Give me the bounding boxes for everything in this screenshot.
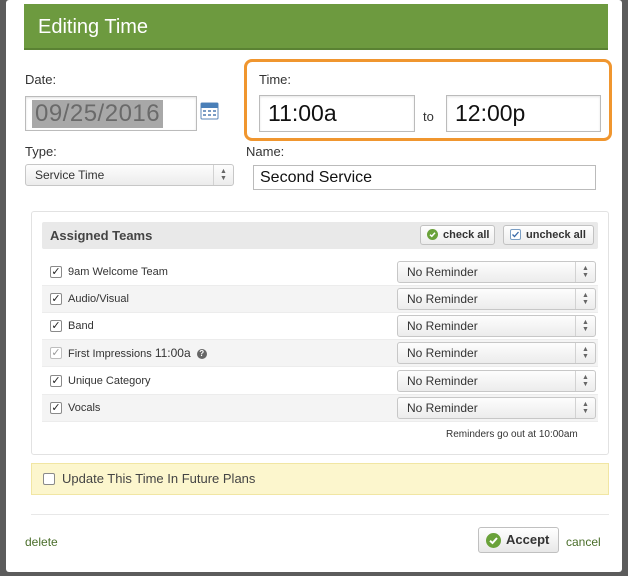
reminder-note: Reminders go out at 10:00am <box>446 429 578 440</box>
team-row: ✓ First Impressions 11:00a ? No Reminder… <box>42 340 598 367</box>
reminder-select[interactable]: No Reminder ▲ ▼ <box>397 315 596 337</box>
type-label: Type: <box>25 144 57 159</box>
team-name: Band <box>68 320 94 332</box>
check-circle-icon <box>427 229 438 240</box>
reminder-value: No Reminder <box>407 265 478 279</box>
select-arrows-icon: ▲ ▼ <box>575 343 595 363</box>
assigned-teams-title: Assigned Teams <box>50 228 153 243</box>
name-label: Name: <box>246 144 285 159</box>
select-arrows-icon: ▲ ▼ <box>575 398 595 418</box>
team-name: Vocals <box>68 402 101 414</box>
date-label: Date: <box>25 72 57 87</box>
reminder-select[interactable]: No Reminder ▲ ▼ <box>397 288 596 310</box>
reminder-value: No Reminder <box>407 292 478 306</box>
team-row: ✓ Band No Reminder ▲ ▼ <box>42 313 598 340</box>
select-arrows-icon: ▲ ▼ <box>575 262 595 282</box>
team-name-text: First Impressions <box>68 348 152 360</box>
cancel-link[interactable]: cancel <box>566 535 601 549</box>
future-plans-checkbox[interactable] <box>43 473 55 485</box>
check-all-button[interactable]: check all <box>420 225 495 245</box>
name-input[interactable]: Second Service <box>253 165 596 190</box>
accept-label: Accept <box>506 532 550 547</box>
end-time-input[interactable]: 12:00p <box>446 95 601 132</box>
select-arrows-icon: ▲ ▼ <box>575 289 595 309</box>
team-checkbox[interactable]: ✓ <box>50 293 62 305</box>
help-icon[interactable]: ? <box>196 349 207 359</box>
check-circle-icon <box>486 533 501 548</box>
date-field[interactable]: 09/25/2016 <box>25 96 197 131</box>
team-row: ✓ Vocals No Reminder ▲ ▼ <box>42 395 598 422</box>
team-name: Audio/Visual <box>68 293 129 305</box>
edit-time-dialog: Editing Time Date: 09/25/2016 Time: 11:0… <box>6 0 622 572</box>
reminder-select[interactable]: No Reminder ▲ ▼ <box>397 370 596 392</box>
type-value: Service Time <box>35 168 105 182</box>
team-name: First Impressions 11:00a ? <box>68 340 207 368</box>
reminder-select[interactable]: No Reminder ▲ ▼ <box>397 261 596 283</box>
uncheck-all-label: uncheck all <box>526 229 586 241</box>
start-time-input[interactable]: 11:00a <box>259 95 415 132</box>
reminder-value: No Reminder <box>407 346 478 360</box>
team-checkbox[interactable]: ✓ <box>50 375 62 387</box>
select-arrows-icon: ▲ ▼ <box>575 316 595 336</box>
accept-button[interactable]: Accept <box>478 527 559 553</box>
type-select[interactable]: Service Time ▲ ▼ <box>25 164 234 186</box>
calendar-icon[interactable] <box>200 101 219 120</box>
dialog-title: Editing Time <box>24 4 608 50</box>
assigned-teams-header: Assigned Teams check all uncheck all <box>42 222 598 249</box>
footer-divider <box>31 514 609 515</box>
reminder-select[interactable]: No Reminder ▲ ▼ <box>397 342 596 364</box>
reminder-value: No Reminder <box>407 374 478 388</box>
time-to-label: to <box>423 109 434 124</box>
uncheck-all-button[interactable]: uncheck all <box>503 225 594 245</box>
team-row: ✓ 9am Welcome Team No Reminder ▲ ▼ <box>42 259 598 286</box>
assigned-teams-panel: Assigned Teams check all uncheck all ✓ 9… <box>31 211 609 455</box>
team-checkbox[interactable]: ✓ <box>50 402 62 414</box>
checkbox-icon <box>510 229 521 240</box>
team-name: 9am Welcome Team <box>68 266 168 278</box>
reminder-select[interactable]: No Reminder ▲ ▼ <box>397 397 596 419</box>
team-row: ✓ Unique Category No Reminder ▲ ▼ <box>42 368 598 395</box>
team-checkbox: ✓ <box>50 347 62 359</box>
future-plans-label: Update This Time In Future Plans <box>62 471 256 486</box>
reminder-value: No Reminder <box>407 319 478 333</box>
select-arrows-icon: ▲ ▼ <box>213 165 233 185</box>
delete-link[interactable]: delete <box>25 535 58 549</box>
team-row: ✓ Audio/Visual No Reminder ▲ ▼ <box>42 286 598 313</box>
date-value: 09/25/2016 <box>32 100 164 128</box>
reminder-value: No Reminder <box>407 401 478 415</box>
team-checkbox[interactable]: ✓ <box>50 320 62 332</box>
team-time: 11:00a <box>154 346 191 360</box>
check-all-label: check all <box>443 229 490 241</box>
time-label: Time: <box>259 72 292 87</box>
team-name: Unique Category <box>68 375 151 387</box>
select-arrows-icon: ▲ ▼ <box>575 371 595 391</box>
future-plans-option[interactable]: Update This Time In Future Plans <box>31 463 609 495</box>
team-checkbox[interactable]: ✓ <box>50 266 62 278</box>
